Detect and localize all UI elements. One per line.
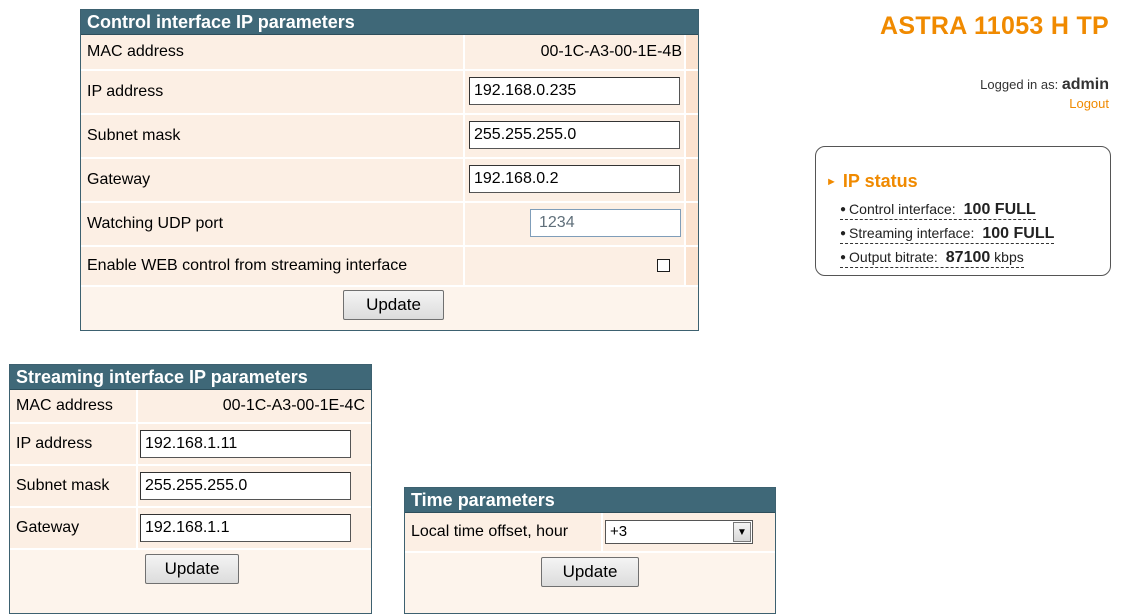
control-web-row: Enable WEB control from streaming interf… [81,247,698,287]
streaming-gateway-input[interactable] [140,514,351,542]
control-ip-label: IP address [87,83,164,100]
ip-status-header: ► IP status [826,171,918,192]
control-mac-value: 00-1C-A3-00-1E-4B [540,43,682,60]
control-ip-row: IP address [81,71,698,115]
streaming-ip-label: IP address [16,435,93,452]
streaming-ip-input[interactable] [140,430,351,458]
status-control-interface: ● Control interface: 100 FULL [840,201,1036,220]
logged-in-label: Logged in as: [980,77,1059,92]
chevron-down-icon[interactable]: ▼ [733,522,751,542]
streaming-subnet-input[interactable] [140,472,351,500]
streaming-mac-value: 00-1C-A3-00-1E-4C [222,397,365,414]
streaming-panel-title: Streaming interface IP parameters [10,365,371,390]
status-unit: kbps [994,249,1024,265]
control-ip-input[interactable] [469,77,680,105]
control-udp-row: Watching UDP port [81,203,698,247]
streaming-subnet-label: Subnet mask [16,477,110,494]
bullet-icon: ● [840,204,847,215]
control-update-button[interactable]: Update [343,290,444,320]
bullet-icon: ● [840,252,847,263]
streaming-mac-row: MAC address 00-1C-A3-00-1E-4C [10,390,371,424]
streaming-gateway-row: Gateway [10,508,371,550]
streaming-update-button[interactable]: Update [145,554,239,584]
username: admin [1061,76,1109,93]
control-mac-label: MAC address [87,43,184,60]
control-gateway-input[interactable] [469,165,680,193]
udp-port-input[interactable] [530,209,681,237]
time-update-button[interactable]: Update [541,557,639,587]
ip-status-box: ► IP status ● Control interface: 100 FULL ●… [815,146,1111,276]
control-gateway-row: Gateway [81,159,698,203]
control-udp-label: Watching UDP port [87,215,224,232]
status-label: Output bitrate: [849,249,938,265]
streaming-subnet-row: Subnet mask [10,466,371,508]
control-subnet-label: Subnet mask [87,127,181,144]
control-interface-panel: Control interface IP parameters MAC addr… [80,9,699,331]
enable-web-control-checkbox[interactable] [657,259,670,272]
control-gateway-label: Gateway [87,171,151,188]
time-offset-value: +3 [610,523,628,540]
status-label: Control interface: [849,201,956,217]
time-panel-title: Time parameters [405,488,775,513]
control-panel-title: Control interface IP parameters [81,10,698,35]
login-info: Logged in as: admin Logout [980,76,1109,111]
device-title: ASTRA 11053 H TP [880,12,1109,40]
status-value: 87100 [945,249,991,266]
streaming-mac-label: MAC address [16,397,113,414]
control-update-row: Update [81,287,698,327]
streaming-interface-panel: Streaming interface IP parameters MAC ad… [9,364,372,614]
status-streaming-interface: ● Streaming interface: 100 FULL [840,225,1055,244]
control-subnet-row: Subnet mask [81,115,698,159]
time-offset-row: Local time offset, hour +3 ▼ [405,513,775,553]
status-value: 100 FULL [963,201,1036,218]
control-mac-row: MAC address 00-1C-A3-00-1E-4B [81,35,698,71]
triangle-right-icon: ► [826,176,837,188]
control-subnet-input[interactable] [469,121,680,149]
bullet-icon: ● [840,228,847,239]
ip-status-title: IP status [842,171,918,191]
time-offset-label: Local time offset, hour [411,523,569,540]
status-value: 100 FULL [982,225,1055,242]
time-update-row: Update [405,553,775,593]
time-parameters-panel: Time parameters Local time offset, hour … [404,487,776,614]
streaming-ip-row: IP address [10,424,371,466]
logout-link[interactable]: Logout [980,96,1109,111]
streaming-update-row: Update [10,550,371,590]
status-label: Streaming interface: [849,225,975,241]
control-web-label: Enable WEB control from streaming interf… [87,257,408,274]
time-offset-select[interactable]: +3 ▼ [605,520,753,544]
status-output-bitrate: ● Output bitrate: 87100 kbps [840,249,1024,268]
streaming-gateway-label: Gateway [16,519,80,536]
